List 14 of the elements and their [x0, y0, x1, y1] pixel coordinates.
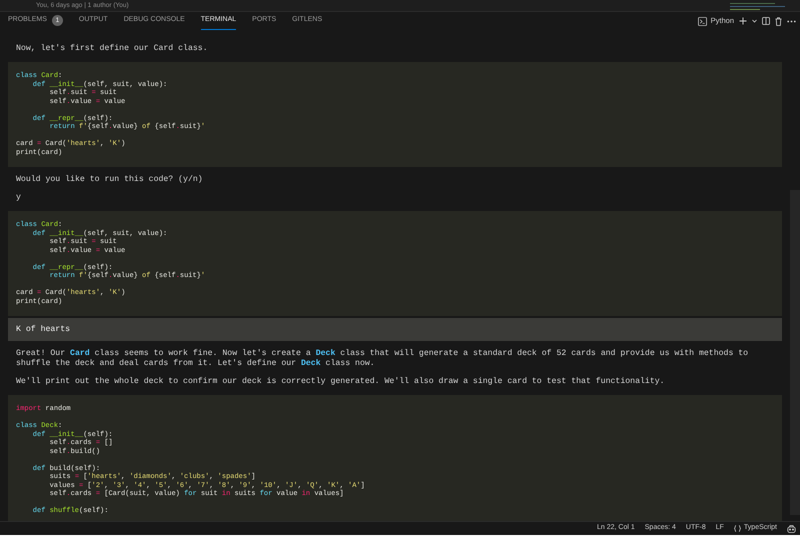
- terminal-text: y: [15, 193, 22, 203]
- split-icon[interactable]: [762, 17, 770, 25]
- terminal-text: Great! Our Card class seems to work fine. Now let's create a Deck class that will generate a standard deck of 52 cards and provide us with methods to shuffle the deck and deal cards from it. Let's define our Deck class now.: [15, 349, 750, 369]
- chevron-down-icon[interactable]: [752, 19, 757, 23]
- braces-icon: [734, 525, 741, 532]
- plus-icon[interactable]: [739, 17, 747, 25]
- output-text: K of hearts: [8, 318, 782, 341]
- bot-icon[interactable]: [787, 524, 796, 532]
- terminal-text: Now, let's first define our Card class.: [15, 44, 209, 54]
- more-icon[interactable]: [787, 20, 796, 22]
- trash-icon[interactable]: [775, 16, 782, 26]
- terminal-text: We'll print out the whole deck to confirm our deck is correctly generated. We'll also draw a single card to test that functionality.: [15, 377, 666, 387]
- terminal-text: Would you like to run this code? (y/n): [15, 175, 204, 185]
- terminal-icon: [698, 16, 707, 26]
